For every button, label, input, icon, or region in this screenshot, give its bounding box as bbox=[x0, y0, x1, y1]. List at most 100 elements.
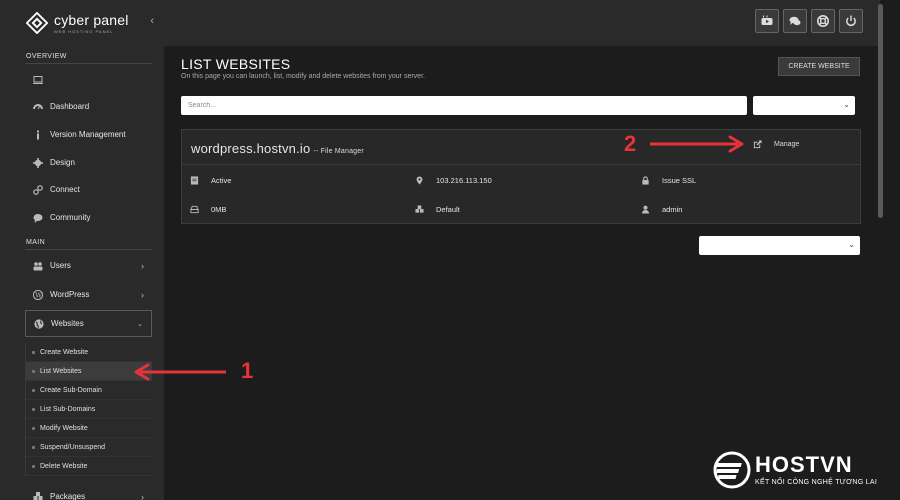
sidebar-item-label: Version Management bbox=[50, 130, 126, 139]
website-card: wordpress.hostvn.io -- File Manager Manag… bbox=[181, 129, 861, 224]
chat-bubbles-icon bbox=[789, 16, 801, 26]
scrollbar-thumb[interactable] bbox=[878, 4, 883, 218]
topbar bbox=[164, 0, 880, 46]
website-domain[interactable]: wordpress.hostvn.io -- File Manager bbox=[191, 141, 364, 156]
sidebar-item-label: Websites bbox=[51, 319, 84, 328]
pagination-select[interactable]: ⌄ bbox=[699, 236, 860, 255]
brand-name: cyber panel bbox=[54, 12, 129, 28]
map-marker-icon bbox=[416, 176, 423, 185]
cyberpanel-logo-icon bbox=[26, 12, 48, 34]
submenu-list-sub-domains[interactable]: List Sub-Domains bbox=[26, 400, 152, 419]
sidebar-item-packages[interactable]: Packages › bbox=[25, 483, 152, 500]
info-icon bbox=[37, 130, 39, 139]
bullet bbox=[32, 369, 35, 373]
sidebar-item-connect[interactable]: Connect bbox=[25, 176, 152, 203]
packages-icon bbox=[33, 491, 43, 500]
packages-icon bbox=[415, 205, 424, 213]
collapse-sidebar-icon[interactable]: ‹ bbox=[150, 15, 154, 27]
chevron-down-icon: ⌄ bbox=[843, 100, 850, 109]
page-title: LIST WEBSITES bbox=[181, 56, 291, 72]
brand-tagline: WEB HOSTING PANEL bbox=[54, 29, 114, 34]
logout-button[interactable] bbox=[839, 9, 863, 33]
gear-icon bbox=[33, 157, 43, 168]
chevron-right-icon: › bbox=[141, 289, 144, 300]
website-card-header: wordpress.hostvn.io -- File Manager Manag… bbox=[182, 130, 860, 165]
brand[interactable]: cyber panel WEB HOSTING PANEL ‹ bbox=[0, 0, 164, 46]
submenu-label: Modify Website bbox=[40, 424, 88, 432]
website-ip: 103.216.113.150 bbox=[415, 176, 492, 185]
submenu-label: Delete Website bbox=[40, 462, 88, 470]
sidebar-item-design[interactable]: Design bbox=[25, 149, 152, 176]
users-icon bbox=[33, 261, 43, 270]
package-value: Default bbox=[436, 205, 460, 214]
sidebar-item-community[interactable]: Community bbox=[25, 204, 152, 231]
sidebar-item-server[interactable] bbox=[25, 66, 152, 93]
page-description: On this page you can launch, list, modif… bbox=[181, 73, 425, 80]
website-disk: 0MB bbox=[190, 205, 226, 214]
manage-label: Manage bbox=[774, 141, 800, 148]
section-label-main: MAIN bbox=[26, 239, 46, 246]
chevron-down-icon: ⌄ bbox=[848, 240, 855, 249]
sidebar-item-users[interactable]: Users › bbox=[25, 252, 152, 279]
chat-icon bbox=[33, 213, 43, 223]
youtube-button[interactable] bbox=[755, 9, 779, 33]
support-button[interactable] bbox=[811, 9, 835, 33]
submenu-create-sub-domain[interactable]: Create Sub-Domain bbox=[26, 381, 152, 400]
cyberpanel-window: cyber panel WEB HOSTING PANEL ‹ OVERVIEW… bbox=[0, 0, 900, 500]
power-icon bbox=[846, 15, 856, 27]
divider bbox=[25, 63, 152, 64]
owner-value: admin bbox=[662, 205, 683, 214]
divider bbox=[25, 249, 152, 250]
website-owner: admin bbox=[641, 205, 682, 214]
sidebar-item-version-management[interactable]: Version Management bbox=[25, 121, 152, 148]
annotation-number-1: 1 bbox=[241, 358, 254, 383]
sidebar-item-label: Packages bbox=[50, 492, 86, 500]
domain-link[interactable]: wordpress.hostvn.io bbox=[191, 141, 310, 156]
monitor-icon bbox=[33, 75, 43, 84]
bullet bbox=[32, 426, 35, 430]
submenu-suspend-unsuspend[interactable]: Suspend/Unsuspend bbox=[26, 438, 152, 457]
sidebar-item-label: Community bbox=[50, 213, 91, 222]
sidebar-item-wordpress[interactable]: W WordPress › bbox=[25, 281, 152, 308]
watermark-tagline: KẾT NỐI CÔNG NGHỆ TƯƠNG LAI bbox=[755, 479, 878, 486]
document-icon bbox=[190, 176, 199, 185]
watermark-name: HOSTVN bbox=[755, 452, 853, 477]
svg-text:W: W bbox=[35, 291, 42, 299]
annotation-arrow-2 bbox=[650, 135, 744, 153]
ssl-label: Issue SSL bbox=[662, 176, 697, 185]
bullet bbox=[32, 407, 35, 411]
sidebar-item-label: Dashboard bbox=[50, 102, 90, 111]
lifebuoy-icon bbox=[817, 15, 829, 27]
file-manager-link[interactable]: -- File Manager bbox=[313, 148, 363, 155]
submenu-create-website[interactable]: Create Website bbox=[26, 343, 152, 362]
sidebar-item-label: Connect bbox=[50, 185, 80, 194]
chat-button[interactable] bbox=[783, 9, 807, 33]
lock-icon bbox=[642, 176, 649, 185]
annotation-number-2: 2 bbox=[624, 131, 637, 156]
state-value: Active bbox=[211, 176, 232, 185]
filter-select[interactable]: ⌄ bbox=[753, 96, 855, 115]
bullet bbox=[32, 350, 35, 354]
dashboard-icon bbox=[33, 103, 43, 109]
youtube-icon bbox=[761, 15, 773, 25]
section-label-overview: OVERVIEW bbox=[26, 53, 67, 60]
sidebar-item-dashboard[interactable]: Dashboard bbox=[25, 93, 152, 120]
ip-value: 103.216.113.150 bbox=[436, 176, 492, 185]
create-website-button[interactable]: CREATE WEBSITE bbox=[778, 57, 860, 76]
website-package: Default bbox=[415, 205, 460, 214]
disk-value: 0MB bbox=[211, 205, 227, 214]
sidebar-item-label: WordPress bbox=[50, 290, 90, 299]
bullet bbox=[32, 464, 35, 468]
hostvn-watermark: HOSTVN KẾT NỐI CÔNG NGHỆ TƯƠNG LAI bbox=[713, 451, 877, 489]
chevron-right-icon: › bbox=[141, 260, 144, 271]
manage-link[interactable]: Manage bbox=[753, 140, 799, 149]
sidebar-item-websites[interactable]: Websites ⌄ bbox=[25, 310, 152, 337]
search-input[interactable] bbox=[181, 96, 747, 115]
scrollbar-track[interactable] bbox=[880, 0, 900, 500]
submenu-delete-website[interactable]: Delete Website bbox=[26, 457, 152, 476]
bullet bbox=[32, 445, 35, 449]
submenu-modify-website[interactable]: Modify Website bbox=[26, 419, 152, 438]
link-icon bbox=[33, 184, 43, 195]
annotation-arrow-1 bbox=[134, 363, 226, 381]
issue-ssl-link[interactable]: Issue SSL bbox=[641, 176, 696, 185]
